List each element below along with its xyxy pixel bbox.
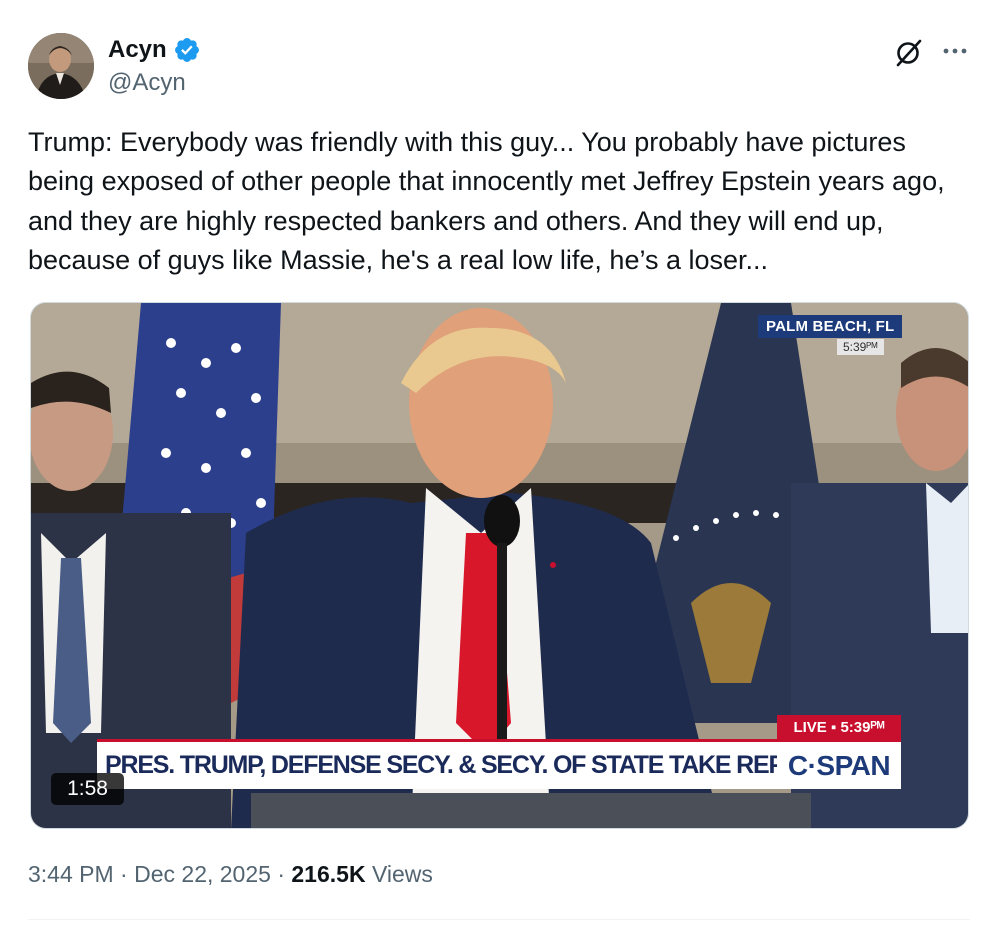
author-name-row: Acyn [108, 36, 201, 64]
video-chyron: PRES. TRUMP, DEFENSE SECY. & SECY. OF ST… [97, 739, 777, 789]
tweet-card: Acyn @Acyn Trump: Everybody was friendly… [0, 0, 1000, 928]
video-player[interactable]: PALM BEACH, FL 5:39ᴾᴹ LIVE ▪ 5:39ᴾᴹ PRES… [30, 302, 969, 829]
views-count: 216.5K [291, 861, 366, 887]
more-horizontal-icon[interactable] [940, 36, 970, 66]
avatar[interactable] [28, 33, 94, 99]
meta-separator-2: · [277, 861, 285, 887]
tweet-meta: 3:44 PM · Dec 22, 2025 · 216.5K Views [28, 860, 433, 888]
tweet-timestamp-date[interactable]: Dec 22, 2025 [134, 861, 271, 887]
avatar-image [28, 33, 94, 99]
video-location-label: PALM BEACH, FL [758, 315, 903, 338]
verified-badge-icon[interactable] [173, 36, 201, 64]
video-duration-badge: 1:58 [51, 773, 124, 805]
divider [28, 919, 970, 920]
author-handle[interactable]: @Acyn [108, 69, 186, 97]
views-label: Views [371, 861, 433, 887]
grok-slash-circle-icon[interactable] [892, 36, 924, 68]
author-display-name[interactable]: Acyn [108, 36, 167, 64]
tweet-timestamp-time[interactable]: 3:44 PM [28, 861, 114, 887]
meta-separator: · [120, 861, 128, 887]
video-location-time: 5:39ᴾᴹ [837, 339, 884, 355]
video-live-badge: LIVE ▪ 5:39ᴾᴹ [777, 715, 901, 739]
tweet-text: Trump: Everybody was friendly with this … [28, 127, 945, 275]
video-network-logo: C·SPAN [777, 739, 901, 789]
